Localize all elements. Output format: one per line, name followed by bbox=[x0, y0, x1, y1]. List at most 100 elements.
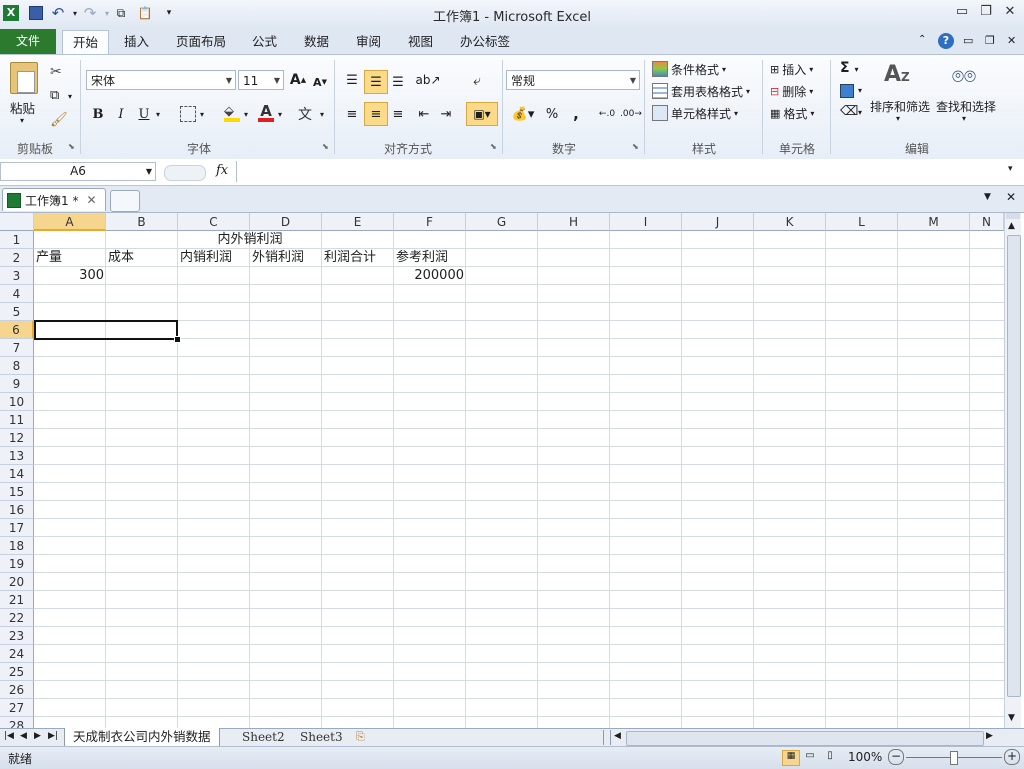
tab-review[interactable]: 审阅 bbox=[346, 30, 391, 54]
tab-office-tabs[interactable]: 办公标签 bbox=[450, 30, 520, 54]
close-icon[interactable]: ✕ bbox=[999, 4, 1021, 22]
increase-indent-button[interactable]: ⇥ bbox=[436, 104, 456, 124]
vertical-scrollbar[interactable]: ▲ ▼ bbox=[1004, 213, 1021, 728]
font-launcher-icon[interactable]: ⬊ bbox=[322, 142, 329, 151]
zoom-in-icon[interactable]: + bbox=[1004, 749, 1020, 765]
percent-button[interactable]: % bbox=[542, 104, 562, 124]
font-color-dropdown-icon[interactable]: ▾ bbox=[278, 110, 282, 119]
minimize-icon[interactable]: ▭ bbox=[951, 4, 973, 22]
insert-sheet-icon[interactable]: ⎘ bbox=[356, 730, 374, 744]
row-header-15[interactable]: 15 bbox=[0, 483, 34, 501]
tab-formulas[interactable]: 公式 bbox=[242, 30, 287, 54]
row-header-7[interactable]: 7 bbox=[0, 339, 34, 357]
row-header-8[interactable]: 8 bbox=[0, 357, 34, 375]
align-center-button[interactable]: ≡ bbox=[364, 102, 388, 126]
row-header-4[interactable]: 4 bbox=[0, 285, 34, 303]
tab-home[interactable]: 开始 bbox=[62, 30, 110, 55]
row-header-26[interactable]: 26 bbox=[0, 681, 34, 699]
zoom-level[interactable]: 100% bbox=[848, 750, 882, 764]
zoom-slider-thumb[interactable] bbox=[950, 751, 958, 765]
row-header-3[interactable]: 3 bbox=[0, 267, 34, 285]
insert-function-icon[interactable]: fx bbox=[216, 163, 228, 178]
bold-button[interactable]: B bbox=[88, 104, 108, 124]
formula-input[interactable] bbox=[236, 161, 1007, 182]
tab-view[interactable]: 视图 bbox=[398, 30, 443, 54]
row-header-1[interactable]: 1 bbox=[0, 231, 34, 249]
next-sheet-icon[interactable]: ▶ bbox=[34, 731, 41, 741]
number-launcher-icon[interactable]: ⬊ bbox=[632, 142, 639, 151]
column-header-E[interactable]: E bbox=[322, 213, 394, 231]
align-middle-button[interactable]: ☰ bbox=[364, 70, 388, 94]
ribbon-minimize-icon[interactable]: ⌃ bbox=[918, 34, 926, 45]
wrap-text-button[interactable]: ⤶ bbox=[466, 70, 488, 92]
tab-insert[interactable]: 插入 bbox=[114, 30, 159, 54]
decrease-indent-button[interactable]: ⇤ bbox=[414, 104, 434, 124]
column-header-C[interactable]: C bbox=[178, 213, 250, 231]
cell-C1[interactable]: 内外销利润 bbox=[178, 231, 322, 249]
phonetic-dropdown-icon[interactable]: ▾ bbox=[320, 110, 324, 119]
font-name-select[interactable]: 宋体 ▼ bbox=[86, 70, 236, 90]
cell-A3[interactable]: 300 bbox=[34, 267, 106, 285]
column-header-G[interactable]: G bbox=[466, 213, 538, 231]
paste-button[interactable]: 粘贴 ▾ bbox=[8, 60, 40, 130]
name-box[interactable]: A6 ▼ bbox=[0, 162, 156, 181]
row-header-19[interactable]: 19 bbox=[0, 555, 34, 573]
tab-page-layout[interactable]: 页面布局 bbox=[166, 30, 236, 54]
cell-D2[interactable]: 外销利润 bbox=[250, 249, 322, 267]
column-header-A[interactable]: A bbox=[34, 213, 106, 231]
column-header-H[interactable]: H bbox=[538, 213, 610, 231]
increase-decimal-button[interactable]: ←.0 bbox=[596, 104, 618, 124]
align-bottom-button[interactable]: ☰ bbox=[388, 72, 408, 92]
workbook-restore-icon[interactable]: ❐ bbox=[985, 34, 995, 47]
cell-E2[interactable]: 利润合计 bbox=[322, 249, 394, 267]
italic-button[interactable]: I bbox=[111, 104, 131, 124]
border-dropdown-icon[interactable]: ▾ bbox=[200, 110, 204, 119]
align-left-button[interactable]: ≡ bbox=[342, 104, 362, 124]
prev-sheet-icon[interactable]: ◀ bbox=[20, 731, 27, 741]
format-cells-button[interactable]: ▦ 格式 ▾ bbox=[770, 104, 814, 122]
column-header-J[interactable]: J bbox=[682, 213, 754, 231]
workbook-minimize-icon[interactable]: ▭ bbox=[963, 34, 973, 47]
cell-F2[interactable]: 参考利润 bbox=[394, 249, 466, 267]
clear-icon[interactable]: ⌫ bbox=[840, 104, 858, 119]
column-header-N[interactable]: N bbox=[970, 213, 1004, 231]
row-header-25[interactable]: 25 bbox=[0, 663, 34, 681]
merge-center-button[interactable]: ▣▾ bbox=[466, 102, 498, 126]
row-header-24[interactable]: 24 bbox=[0, 645, 34, 663]
cell-styles-button[interactable]: 单元格样式 ▾ bbox=[652, 104, 738, 122]
scroll-left-icon[interactable]: ◀ bbox=[614, 731, 621, 741]
row-header-27[interactable]: 27 bbox=[0, 699, 34, 717]
underline-button[interactable]: U bbox=[134, 104, 154, 124]
row-header-11[interactable]: 11 bbox=[0, 411, 34, 429]
fill-handle[interactable] bbox=[174, 336, 181, 343]
last-sheet-icon[interactable]: ▶| bbox=[48, 731, 58, 741]
find-select-button[interactable]: ⌾⌾ 查找和选择 ▾ bbox=[934, 60, 998, 130]
sheet-tab-active[interactable]: 天成制衣公司内外销数据 bbox=[64, 728, 220, 747]
select-all-corner[interactable] bbox=[0, 213, 34, 231]
row-header-5[interactable]: 5 bbox=[0, 303, 34, 321]
row-header-2[interactable]: 2 bbox=[0, 249, 34, 267]
sheet-tab-2[interactable]: Sheet2 bbox=[236, 729, 291, 746]
fill-color-dropdown-icon[interactable]: ▾ bbox=[244, 110, 248, 119]
fill-down-icon[interactable] bbox=[840, 84, 854, 98]
scroll-thumb[interactable] bbox=[1007, 235, 1021, 697]
cell-A2[interactable]: 产量 bbox=[34, 249, 106, 267]
active-cell-cursor[interactable] bbox=[34, 320, 178, 340]
column-header-B[interactable]: B bbox=[106, 213, 178, 231]
help-icon[interactable]: ? bbox=[938, 33, 954, 49]
decrease-decimal-button[interactable]: .00→ bbox=[620, 104, 642, 124]
comma-button[interactable]: , bbox=[566, 104, 586, 124]
align-right-button[interactable]: ≡ bbox=[388, 104, 408, 124]
cell-B2[interactable]: 成本 bbox=[106, 249, 178, 267]
zoom-slider[interactable] bbox=[906, 751, 1002, 765]
column-header-D[interactable]: D bbox=[250, 213, 322, 231]
page-layout-view-icon[interactable]: ▭ bbox=[802, 750, 818, 764]
conditional-format-button[interactable]: 条件格式 ▾ bbox=[652, 60, 726, 78]
clear-dropdown-icon[interactable]: ▾ bbox=[858, 108, 862, 117]
row-header-6[interactable]: 6 bbox=[0, 321, 34, 339]
phonetic-icon[interactable]: 文 bbox=[298, 104, 312, 124]
row-header-12[interactable]: 12 bbox=[0, 429, 34, 447]
copy-dropdown-icon[interactable]: ▾ bbox=[68, 92, 72, 101]
column-header-L[interactable]: L bbox=[826, 213, 898, 231]
font-size-select[interactable]: 11 ▼ bbox=[238, 70, 284, 90]
